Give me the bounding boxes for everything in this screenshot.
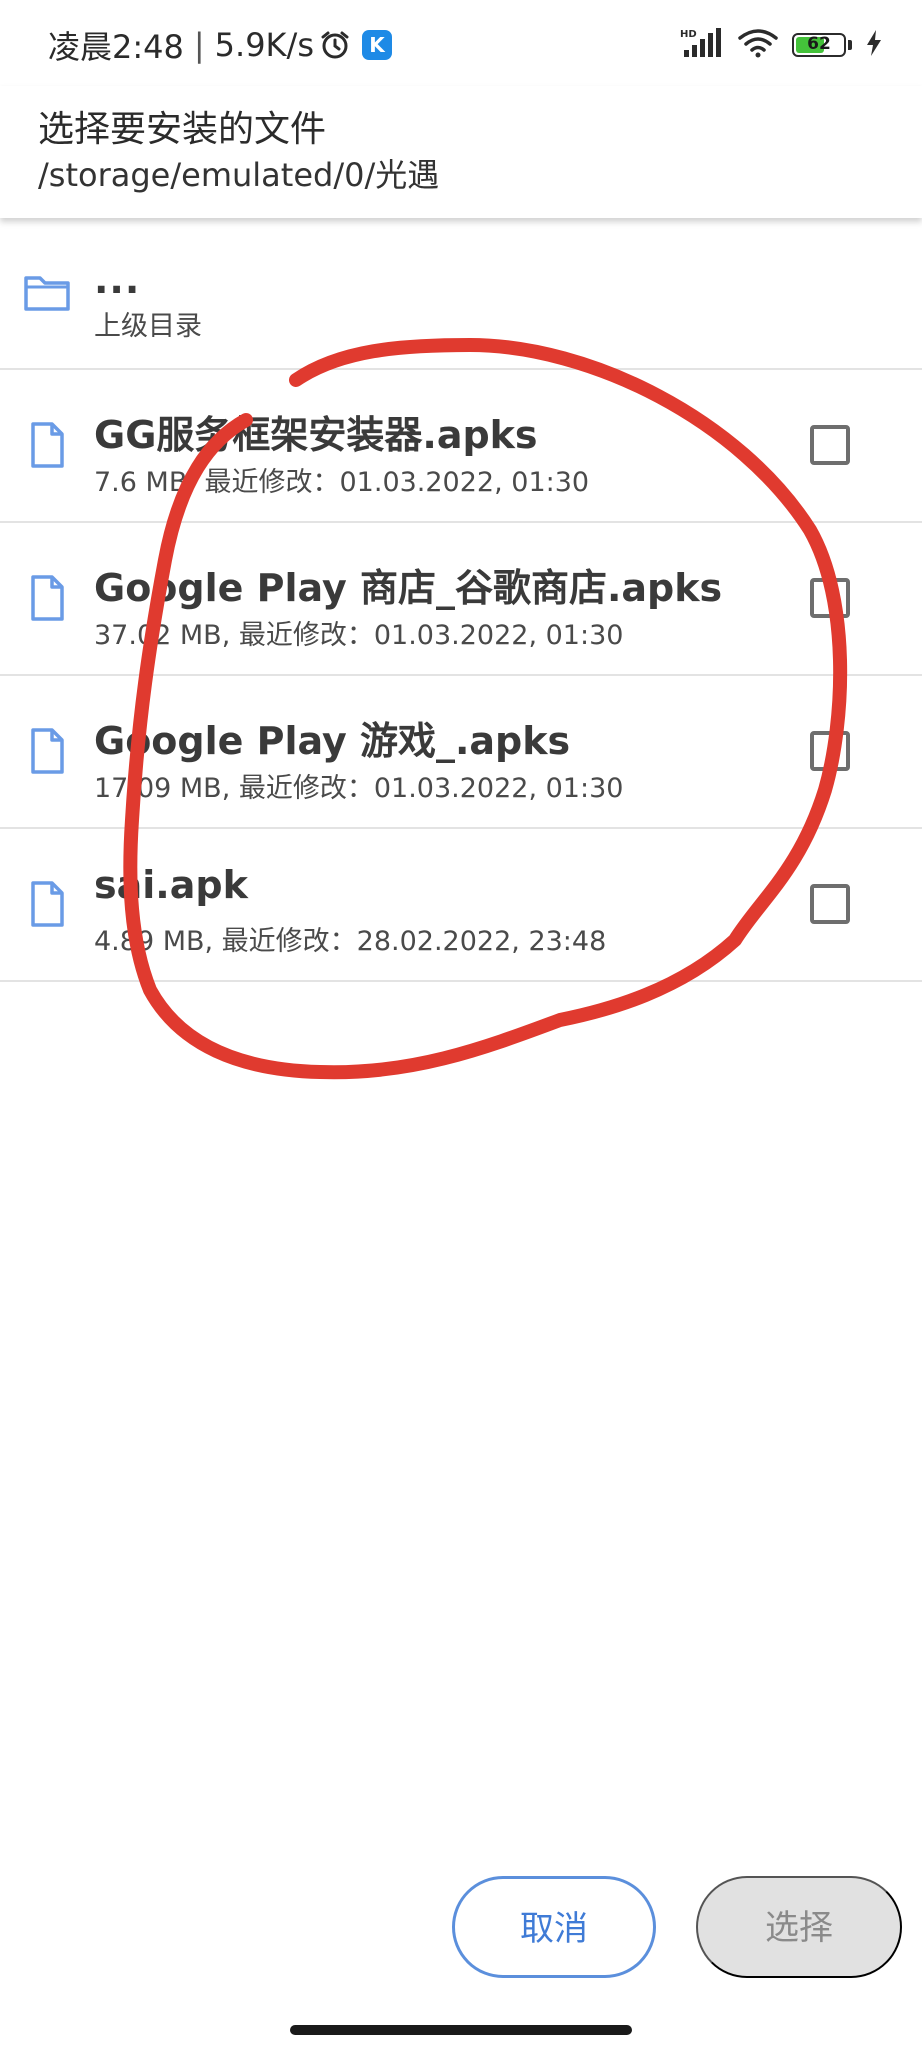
- status-bar: 凌晨2:48 | 5.9K/s K HD 62: [0, 0, 922, 86]
- file-checkbox[interactable]: [810, 884, 850, 924]
- current-path: /storage/emulated/0/光遇: [38, 156, 440, 194]
- status-net-speed: 5.9K/s: [214, 26, 314, 64]
- file-meta: 7.6 MB, 最近修改：01.03.2022, 01:30: [94, 467, 590, 498]
- parent-directory-name: ...: [94, 258, 141, 302]
- file-checkbox[interactable]: [810, 731, 850, 771]
- status-left: 凌晨2:48 | 5.9K/s K: [48, 22, 392, 68]
- file-row[interactable]: sai.apk 4.89 MB, 最近修改：28.02.2022, 23:48: [0, 829, 922, 982]
- cancel-button[interactable]: 取消: [452, 1876, 656, 1978]
- file-name: sai.apk: [94, 863, 248, 907]
- file-checkbox[interactable]: [810, 425, 850, 465]
- file-icon: [22, 726, 72, 776]
- status-separator: |: [193, 26, 205, 64]
- battery-level: 62: [807, 34, 831, 54]
- battery-icon: 62: [792, 33, 846, 57]
- signal-hd-label: HD: [680, 29, 697, 40]
- file-name: Google Play 游戏_.apks: [94, 719, 571, 763]
- alarm-icon: [320, 30, 350, 60]
- app-notification-icon: K: [361, 30, 392, 60]
- home-indicator[interactable]: [290, 2025, 632, 2035]
- wifi-icon: [738, 28, 778, 62]
- file-icon: [22, 420, 72, 470]
- file-list: ... 上级目录 GG服务框架安装器.apks 7.6 MB, 最近修改：01.…: [0, 218, 922, 982]
- folder-icon: [22, 268, 72, 318]
- file-row[interactable]: GG服务框架安装器.apks 7.6 MB, 最近修改：01.03.2022, …: [0, 370, 922, 523]
- battery-nub: [848, 40, 852, 50]
- file-meta: 17.09 MB, 最近修改：01.03.2022, 01:30: [94, 773, 624, 804]
- file-picker-screen: 凌晨2:48 | 5.9K/s K HD 62 选择要安装的文件 /storag…: [0, 0, 922, 2048]
- file-row[interactable]: Google Play 游戏_.apks 17.09 MB, 最近修改：01.0…: [0, 676, 922, 829]
- page-title: 选择要安装的文件: [38, 109, 327, 150]
- file-name: Google Play 商店_谷歌商店.apks: [94, 566, 723, 610]
- parent-directory-row[interactable]: ... 上级目录: [0, 218, 922, 370]
- status-time: 凌晨2:48: [48, 28, 184, 66]
- charging-icon: [866, 30, 882, 60]
- signal-icon: HD: [680, 28, 724, 62]
- dialog-header: 选择要安装的文件 /storage/emulated/0/光遇: [0, 86, 922, 218]
- file-checkbox[interactable]: [810, 578, 850, 618]
- file-icon: [22, 879, 72, 929]
- file-icon: [22, 573, 72, 623]
- parent-directory-label: 上级目录: [94, 311, 202, 342]
- status-right: HD 62: [666, 28, 882, 62]
- file-meta: 4.89 MB, 最近修改：28.02.2022, 23:48: [94, 926, 607, 957]
- file-row[interactable]: Google Play 商店_谷歌商店.apks 37.02 MB, 最近修改：…: [0, 523, 922, 676]
- file-meta: 37.02 MB, 最近修改：01.03.2022, 01:30: [94, 620, 624, 651]
- select-button[interactable]: 选择: [696, 1876, 902, 1978]
- file-name: GG服务框架安装器.apks: [94, 413, 538, 457]
